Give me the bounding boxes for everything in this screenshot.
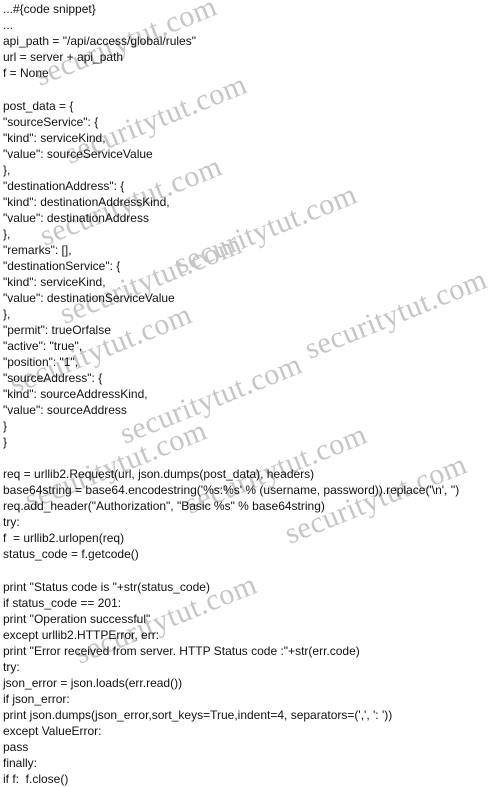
code-line: req.add_header("Authorization", "Basic %… <box>3 499 325 513</box>
code-line: if status_code == 201: <box>3 595 122 610</box>
code-line: api_path = "/api/access/global/rules" <box>3 34 196 48</box>
code-line: "kind": serviceKind, <box>3 130 106 145</box>
code-line: except ValueError: <box>3 723 102 738</box>
code-line: ...#{code snippet} <box>3 2 96 16</box>
code-line: print "Operation successful" <box>3 611 151 626</box>
code-line: "value": sourceServiceValue <box>3 146 153 161</box>
code-line: "value": destinationAddress <box>3 210 149 225</box>
code-line: base64string = base64.encodestring('%s:%… <box>3 483 460 497</box>
code-line: print "Error received from server. HTTP … <box>3 643 360 658</box>
code-line: pass <box>3 739 29 754</box>
document-page: securitytut.com securitytut.com securitytu… <box>0 0 500 786</box>
code-line: "permit": trueOrfalse <box>3 322 111 337</box>
code-line: if f: f.close() <box>3 771 69 786</box>
code-line: status_code = f.getcode() <box>3 547 139 561</box>
code-line: "sourceService": { <box>3 114 99 129</box>
code-line: finally: <box>3 755 38 770</box>
code-line: try: <box>3 659 20 674</box>
code-snippet: ...#{code snippet}... api_path = "/api/ac… <box>3 1 459 787</box>
code-line: req = urllib2.Request(url, json.dumps(po… <box>3 467 315 481</box>
code-line: "destinationService": { <box>3 258 121 273</box>
code-line: print json.dumps(json_error,sort_keys=Tr… <box>3 707 393 722</box>
code-line: json_error = json.loads(err.read()) <box>3 675 183 690</box>
code-line: "value": sourceAddress <box>3 402 127 417</box>
code-line: ... <box>3 18 14 32</box>
code-line: "kind": sourceAddressKind, <box>3 386 148 401</box>
code-line: except urllib2.HTTPError, err: <box>3 627 160 642</box>
code-line: "kind": serviceKind, <box>3 274 106 289</box>
code-line: url = server + api_path <box>3 50 124 64</box>
code-line: } <box>3 418 8 433</box>
code-line: f = None <box>3 66 49 80</box>
code-line: "remarks": [], <box>3 242 72 257</box>
code-line: }, <box>3 226 11 241</box>
code-line: }, <box>3 306 11 321</box>
code-line: "value": destinationServiceValue <box>3 290 175 305</box>
code-line: "sourceAddress": { <box>3 370 103 385</box>
code-line: "kind": destinationAddressKind, <box>3 194 170 209</box>
code-line: post_data = { <box>3 98 74 113</box>
code-line: f = urllib2.urlopen(req) <box>3 531 125 545</box>
code-line: "position": "1", <box>3 354 79 369</box>
code-line: print "Status code is "+str(status_code) <box>3 579 210 594</box>
code-line: if json_error: <box>3 691 70 706</box>
code-line: "destinationAddress": { <box>3 178 125 193</box>
code-line: "active": "true", <box>3 338 83 353</box>
code-line: }, <box>3 162 11 177</box>
code-line: try: <box>3 515 20 529</box>
code-line: } <box>3 434 8 449</box>
